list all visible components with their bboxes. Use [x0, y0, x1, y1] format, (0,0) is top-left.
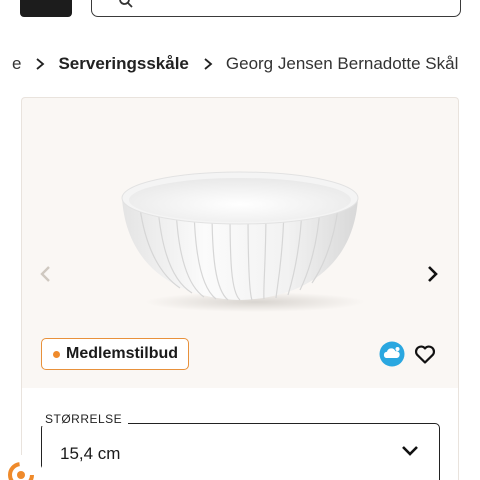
chevron-right-icon	[36, 58, 45, 70]
breadcrumb-item-serveringsskale[interactable]: Serveringsskåle	[58, 54, 188, 74]
menu-button[interactable]	[20, 0, 72, 17]
product-card: Medlemstilbud 15,4 cm STØRRELSE	[21, 97, 459, 480]
size-select-value: 15,4 cm	[60, 444, 121, 463]
chevron-down-icon	[402, 446, 418, 456]
size-select-label: STØRRELSE	[39, 412, 129, 426]
search-input[interactable]	[91, 0, 461, 17]
product-options: 15,4 cm STØRRELSE	[22, 388, 458, 480]
chevron-left-icon	[40, 266, 50, 282]
chevron-right-icon	[428, 266, 438, 282]
heart-icon[interactable]	[413, 342, 437, 366]
next-image-button[interactable]	[422, 263, 444, 285]
weather-cloud-icon[interactable]	[379, 341, 405, 367]
member-offer-badge: Medlemstilbud	[41, 338, 190, 370]
breadcrumb-item-previous[interactable]: e	[12, 54, 21, 74]
member-offer-label: Medlemstilbud	[66, 345, 179, 362]
chevron-right-icon	[204, 58, 213, 70]
badge-dot	[53, 350, 60, 358]
product-image[interactable]	[100, 156, 380, 316]
product-page: e Serveringsskåle Georg Jensen Bernadott…	[0, 0, 480, 480]
previous-image-button[interactable]	[34, 263, 56, 285]
loyalty-icon	[8, 462, 34, 480]
top-bar	[0, 0, 480, 24]
search-icon	[119, 0, 133, 8]
size-select[interactable]: 15,4 cm	[41, 423, 440, 480]
breadcrumb-current: Georg Jensen Bernadotte Skål	[225, 54, 459, 73]
breadcrumb: e Serveringsskåle Georg Jensen Bernadott…	[0, 50, 480, 78]
